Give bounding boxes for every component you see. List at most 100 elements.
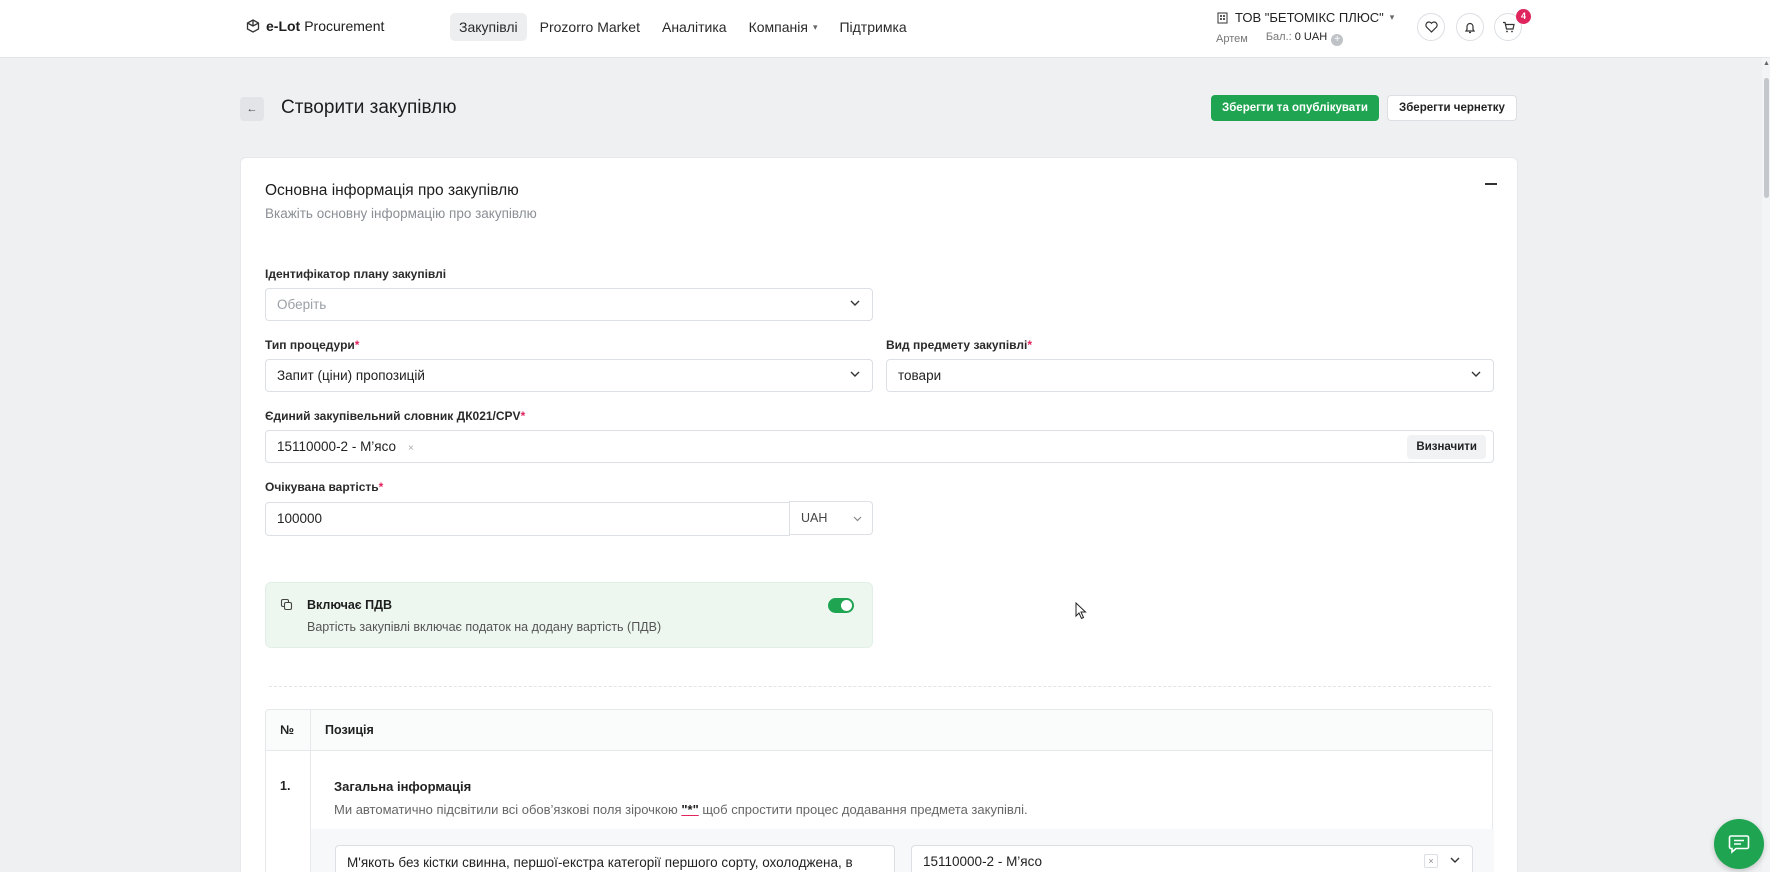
procedure-type-label-text: Тип процедури: [265, 338, 355, 352]
required-mark: *: [378, 480, 384, 494]
scroll-up-arrow-icon[interactable]: ▲: [1763, 60, 1770, 67]
cart-count-badge: 4: [1516, 9, 1531, 24]
app-logo[interactable]: e-Lot Procurement: [246, 18, 384, 34]
required-mark: *: [1027, 338, 1033, 352]
nav-label: Компанія: [748, 19, 808, 35]
plan-id-select[interactable]: Оберіть: [265, 288, 873, 321]
notifications-button[interactable]: [1456, 13, 1484, 41]
chevron-down-icon: [853, 502, 862, 534]
vat-description: Вартість закупівлі включає податок на до…: [307, 620, 662, 634]
section-subtitle: Вкажіть основну інформацію про закупівлю: [265, 206, 537, 221]
column-header-number: №: [280, 723, 294, 737]
nav-label: Підтримка: [839, 19, 907, 35]
balance-value: 0 UAH: [1294, 31, 1328, 43]
user-name: Артем: [1216, 32, 1248, 45]
balance-label: Бал.:: [1265, 31, 1292, 43]
logo-bold-text: e-Lot: [266, 18, 301, 34]
chevron-down-icon: ▾: [1389, 12, 1395, 22]
heart-icon: [1424, 21, 1438, 33]
vat-toggle[interactable]: [828, 598, 854, 613]
nav-item-procurements[interactable]: Закупівлі: [450, 13, 527, 41]
plan-id-label-text: Ідентифікатор плану закупівлі: [265, 267, 447, 281]
procedure-type-label: Тип процедури*: [265, 338, 359, 352]
collapse-minus-icon[interactable]: [1485, 183, 1497, 185]
subject-type-value: товари: [898, 368, 942, 383]
divider: [269, 686, 1491, 687]
save-and-publish-button[interactable]: Зберегти та опублікувати: [1211, 95, 1379, 121]
subject-type-label-text: Вид предмету закупівлі: [886, 338, 1028, 352]
nav-item-prozorro-market[interactable]: Prozorro Market: [531, 13, 649, 41]
building-icon: [1217, 12, 1228, 24]
cpv-label-text: Єдиний закупівельний словник ДК021/CPV: [265, 409, 521, 423]
note-star: "*": [681, 802, 699, 817]
cpv-tag: 15110000-2 - М’ясо: [277, 439, 397, 454]
company-name: ТОВ "БЕТОМІКС ПЛЮС": [1235, 10, 1384, 25]
procedure-type-select[interactable]: Запит (ціни) пропозицій: [265, 359, 873, 392]
nav-label: Закупівлі: [459, 19, 518, 35]
expected-value-label: Очікувана вартість*: [265, 480, 383, 494]
logo-icon: [246, 19, 260, 33]
clear-icon[interactable]: ×: [1424, 854, 1438, 868]
general-info-title: Загальна інформація: [334, 779, 472, 794]
nav-label: Prozorro Market: [539, 19, 640, 35]
note-text-before: Ми автоматично підсвітили всі обов’язков…: [334, 802, 678, 817]
row-number: 1.: [280, 779, 291, 793]
main-info-card: Основна інформація про закупівлю Вкажіть…: [240, 157, 1518, 872]
arrow-left-icon: ←: [246, 103, 258, 115]
coins-icon: [280, 598, 293, 611]
chevron-down-icon: [1450, 846, 1460, 872]
scrollbar-thumb[interactable]: [1764, 78, 1769, 198]
item-name-textarea[interactable]: М'якоть без кістки свинна, першої-екстра…: [335, 845, 895, 872]
vat-panel: Включає ПДВ Вартість закупівлі включає п…: [265, 582, 873, 648]
page-title: Створити закупівлю: [281, 97, 457, 118]
main-nav: Закупівлі Prozorro Market Аналітика Комп…: [450, 13, 916, 41]
logo-text: Procurement: [304, 18, 385, 34]
balance: Бал.: 0 UAH +: [1265, 31, 1344, 46]
nav-item-analytics[interactable]: Аналітика: [653, 13, 736, 41]
items-table-header: № Позиція: [265, 709, 1493, 751]
chat-button[interactable]: [1714, 819, 1764, 869]
top-navigation-bar: e-Lot Procurement Закупівлі Prozorro Mar…: [0, 0, 1770, 58]
chevron-down-icon: [1471, 360, 1481, 391]
cart-icon: [1502, 21, 1515, 33]
required-mark: *: [520, 409, 526, 423]
cpv-field[interactable]: 15110000-2 - М’ясо × Визначити: [265, 430, 1494, 463]
procedure-type-value: Запит (ціни) пропозицій: [277, 368, 425, 383]
chevron-down-icon: [850, 289, 860, 320]
column-header-position: Позиція: [325, 723, 374, 737]
plan-id-placeholder: Оберіть: [277, 297, 327, 312]
note-text-after: щоб спростити процес додавання предмета …: [702, 802, 1028, 817]
page-scrollbar[interactable]: [1762, 58, 1770, 872]
chat-icon: [1728, 835, 1750, 854]
remove-tag-icon[interactable]: ×: [408, 443, 414, 454]
nav-item-support[interactable]: Підтримка: [830, 13, 915, 41]
save-draft-button[interactable]: Зберегти чернетку: [1387, 95, 1517, 121]
nav-item-company[interactable]: Компанія ▾: [740, 13, 827, 41]
section-title: Основна інформація про закупівлю: [265, 182, 519, 199]
item-cpv-value: 15110000-2 - М’ясо: [923, 854, 1043, 869]
expected-value-input[interactable]: 100000: [265, 502, 790, 536]
vat-title: Включає ПДВ: [307, 598, 393, 612]
define-cpv-button[interactable]: Визначити: [1407, 435, 1486, 459]
subject-type-select[interactable]: товари: [886, 359, 1494, 392]
favorites-button[interactable]: [1417, 13, 1445, 41]
company-switcher[interactable]: ТОВ "БЕТОМІКС ПЛЮС" ▾ Артем Бал.: 0 UAH +: [1216, 10, 1394, 46]
add-balance-icon[interactable]: +: [1331, 34, 1344, 46]
back-button[interactable]: ←: [240, 97, 264, 121]
expected-value-label-text: Очікувана вартість: [265, 480, 379, 494]
subject-type-label: Вид предмету закупівлі*: [886, 338, 1032, 352]
required-mark: *: [354, 338, 360, 352]
chevron-down-icon: [850, 360, 860, 391]
expected-value-amount: 100000: [277, 511, 323, 526]
bell-icon: [1464, 22, 1476, 33]
column-separator: [310, 710, 311, 750]
required-fields-note: Ми автоматично підсвітили всі обов’язков…: [334, 802, 1028, 817]
nav-label: Аналітика: [661, 19, 727, 35]
chevron-down-icon: ▾: [812, 22, 818, 32]
item-cpv-select[interactable]: 15110000-2 - М’ясо ×: [911, 845, 1473, 872]
currency-value: UAH: [801, 511, 828, 525]
currency-select[interactable]: UAH: [789, 501, 873, 535]
plan-id-label: Ідентифікатор плану закупівлі: [265, 267, 446, 281]
mouse-cursor-icon: [1075, 602, 1087, 620]
cpv-label: Єдиний закупівельний словник ДК021/CPV*: [265, 409, 525, 423]
